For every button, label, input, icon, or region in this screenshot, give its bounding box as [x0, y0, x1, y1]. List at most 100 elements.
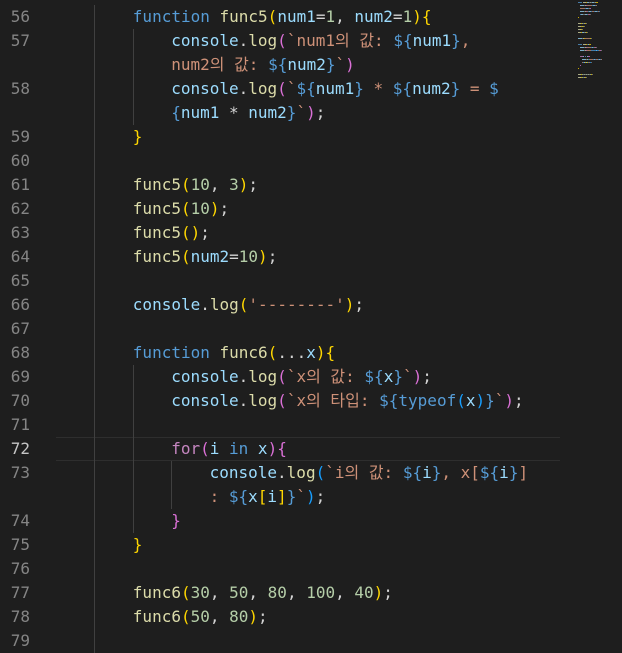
code-token: ( — [456, 391, 466, 410]
code-token: func5 — [132, 175, 181, 194]
minimap-stroke — [596, 5, 597, 6]
minimap-stroke — [596, 2, 598, 3]
minimap-stroke — [585, 23, 587, 24]
code-token: ( — [277, 391, 287, 410]
code-token: } — [171, 511, 181, 530]
code-token: } — [485, 391, 495, 410]
code-token: log — [248, 391, 278, 410]
code-token: 50 — [190, 607, 210, 626]
code-line[interactable]: console.log(`i의 값: ${i}, x[${i}] — [210, 461, 529, 485]
code-line[interactable]: } — [171, 509, 181, 533]
code-token: `x의 값: — [286, 367, 365, 386]
code-token: num2 — [412, 79, 451, 98]
code-token: ; — [315, 103, 326, 122]
code-token: ; — [422, 367, 432, 386]
code-token: ) — [238, 175, 249, 194]
code-token: ; — [514, 391, 524, 410]
code-line[interactable]: for(i in x){ — [171, 437, 287, 461]
code-line[interactable]: func5(num2=10); — [133, 245, 278, 269]
code-line[interactable]: } — [133, 125, 143, 149]
code-token: ; — [200, 223, 210, 242]
code-token: { — [421, 7, 432, 26]
code-token: num1 — [315, 79, 355, 98]
minimap-stroke — [578, 2, 582, 3]
code-token: log — [286, 463, 316, 482]
code-line[interactable]: console.log(`num1의 값: ${num1}, — [171, 29, 470, 53]
code-token: ` — [335, 55, 346, 74]
code-token: num1 — [180, 103, 220, 122]
code-token: log — [248, 367, 278, 386]
code-token: ( — [238, 295, 249, 314]
code-line[interactable]: func5(); — [133, 221, 210, 245]
code-token: num2 — [287, 55, 326, 74]
code-token: num2 — [354, 7, 393, 26]
code-line[interactable]: } — [133, 533, 143, 557]
code-token: ) — [344, 295, 355, 314]
minimap-stroke — [585, 77, 587, 78]
minimap-stroke — [584, 56, 586, 57]
code-token: func5 — [219, 7, 268, 26]
code-token: } — [431, 463, 442, 482]
minimap-stroke — [578, 17, 579, 18]
minimap-stroke — [591, 62, 592, 63]
code-editor[interactable]: 56 57 58 59 60 61 62 63 64 65 66 67 68 69 70 71 72 73 74 75… — [0, 0, 622, 653]
code-token: ( — [277, 367, 287, 386]
code-token: num2의 값: — [171, 55, 269, 74]
code-token: } — [286, 103, 297, 122]
code-token: ) — [267, 439, 278, 458]
code-token: ( — [267, 343, 278, 362]
indent-guide — [132, 365, 134, 533]
code-line[interactable]: func6(50, 80); — [133, 605, 268, 629]
code-token: ) — [504, 391, 515, 410]
code-line[interactable]: : ${x[i]}`); — [210, 485, 326, 509]
code-line[interactable]: console.log(`${num1} * ${num2} = $ — [171, 77, 499, 101]
code-token: ${ — [364, 367, 384, 386]
code-line[interactable]: console.log(`x의 값: ${x}`); — [171, 365, 432, 389]
code-token: ${ — [392, 79, 413, 98]
code-token: { — [171, 103, 181, 122]
code-line[interactable]: function func6(...x){ — [133, 341, 335, 365]
code-token: } — [132, 127, 143, 146]
code-token: func5 — [132, 199, 181, 218]
code-token: log — [248, 79, 278, 98]
code-token: ` — [296, 487, 306, 506]
code-token: ${ — [379, 391, 399, 410]
minimap-stroke — [599, 11, 600, 12]
code-token: console — [132, 295, 201, 314]
minimap-stroke — [590, 44, 591, 45]
minimap-stroke — [600, 59, 602, 60]
code-area[interactable]: function func5(num1=1, num2=1){console.l… — [0, 0, 560, 653]
code-token: } — [450, 79, 461, 98]
code-token: `x의 타입: — [286, 391, 380, 410]
code-token: . — [238, 79, 249, 98]
code-token: 10 — [238, 247, 259, 266]
code-token: typeof — [398, 391, 457, 410]
code-token: 1 — [402, 7, 413, 26]
code-token: ( — [180, 607, 191, 626]
code-line[interactable]: func6(30, 50, 80, 100, 40); — [133, 581, 393, 605]
code-line[interactable]: func5(10, 3); — [133, 173, 258, 197]
code-token: 3 — [229, 175, 239, 194]
code-line[interactable]: func5(10); — [133, 197, 229, 221]
code-token: num2 — [190, 247, 230, 266]
code-line[interactable]: function func5(num1=1, num2=1){ — [133, 5, 432, 29]
code-line[interactable]: console.log('--------'); — [133, 293, 364, 317]
code-token: , — [286, 583, 307, 602]
code-token: x — [257, 439, 268, 458]
code-token: ( — [277, 79, 287, 98]
minimap[interactable] — [566, 0, 622, 646]
code-token: ) — [475, 391, 486, 410]
code-token: , — [209, 175, 230, 194]
code-token: ${ — [393, 31, 413, 50]
code-token: ) — [373, 583, 384, 602]
indent-guide — [132, 29, 134, 125]
code-line[interactable]: num2의 값: ${num2}`) — [171, 53, 355, 77]
code-line[interactable]: {num1 * num2}`); — [171, 101, 325, 125]
code-token: func5 — [132, 247, 181, 266]
code-token: num2 — [248, 103, 287, 122]
code-token: 10 — [190, 175, 210, 194]
code-token: `i의 값: — [325, 463, 403, 482]
code-line[interactable]: console.log(`x의 타입: ${typeof(x)}`); — [171, 389, 524, 413]
